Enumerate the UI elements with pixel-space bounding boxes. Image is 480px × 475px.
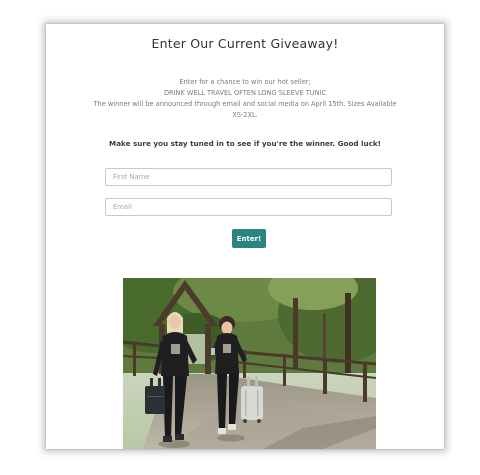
description-line: DRINK WELL TRAVEL OFTEN LONG SLEEVE TUNI…	[163, 89, 327, 97]
description-line: The winner will be announced through ema…	[93, 100, 397, 108]
giveaway-card: Enter Our Current Giveaway! Enter for a …	[46, 24, 444, 449]
page-background: Enter Our Current Giveaway! Enter for a …	[0, 0, 480, 475]
description-line: XS-2XL.	[232, 111, 258, 119]
giveaway-photo	[123, 278, 376, 449]
description-line: Enter for a chance to win our hot seller…	[179, 78, 311, 86]
enter-button[interactable]: Enter!	[232, 229, 266, 248]
giveaway-description: Enter for a chance to win our hot seller…	[60, 77, 430, 121]
first-name-input[interactable]	[105, 168, 392, 186]
email-input[interactable]	[105, 198, 392, 216]
good-luck-message: Make sure you stay tuned in to see if yo…	[109, 139, 381, 148]
page-title: Enter Our Current Giveaway!	[151, 36, 339, 51]
